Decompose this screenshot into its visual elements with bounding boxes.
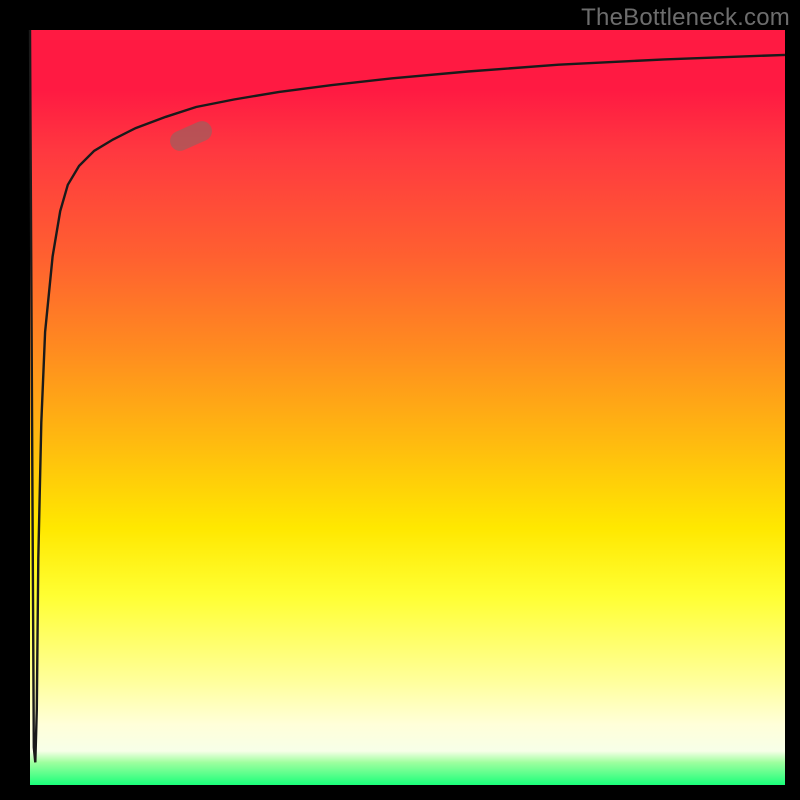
bottleneck-curve — [30, 30, 785, 785]
curve-path — [30, 30, 785, 762]
plot-area — [30, 30, 785, 785]
watermark-label: TheBottleneck.com — [581, 4, 790, 32]
chart-frame: TheBottleneck.com — [0, 0, 800, 800]
